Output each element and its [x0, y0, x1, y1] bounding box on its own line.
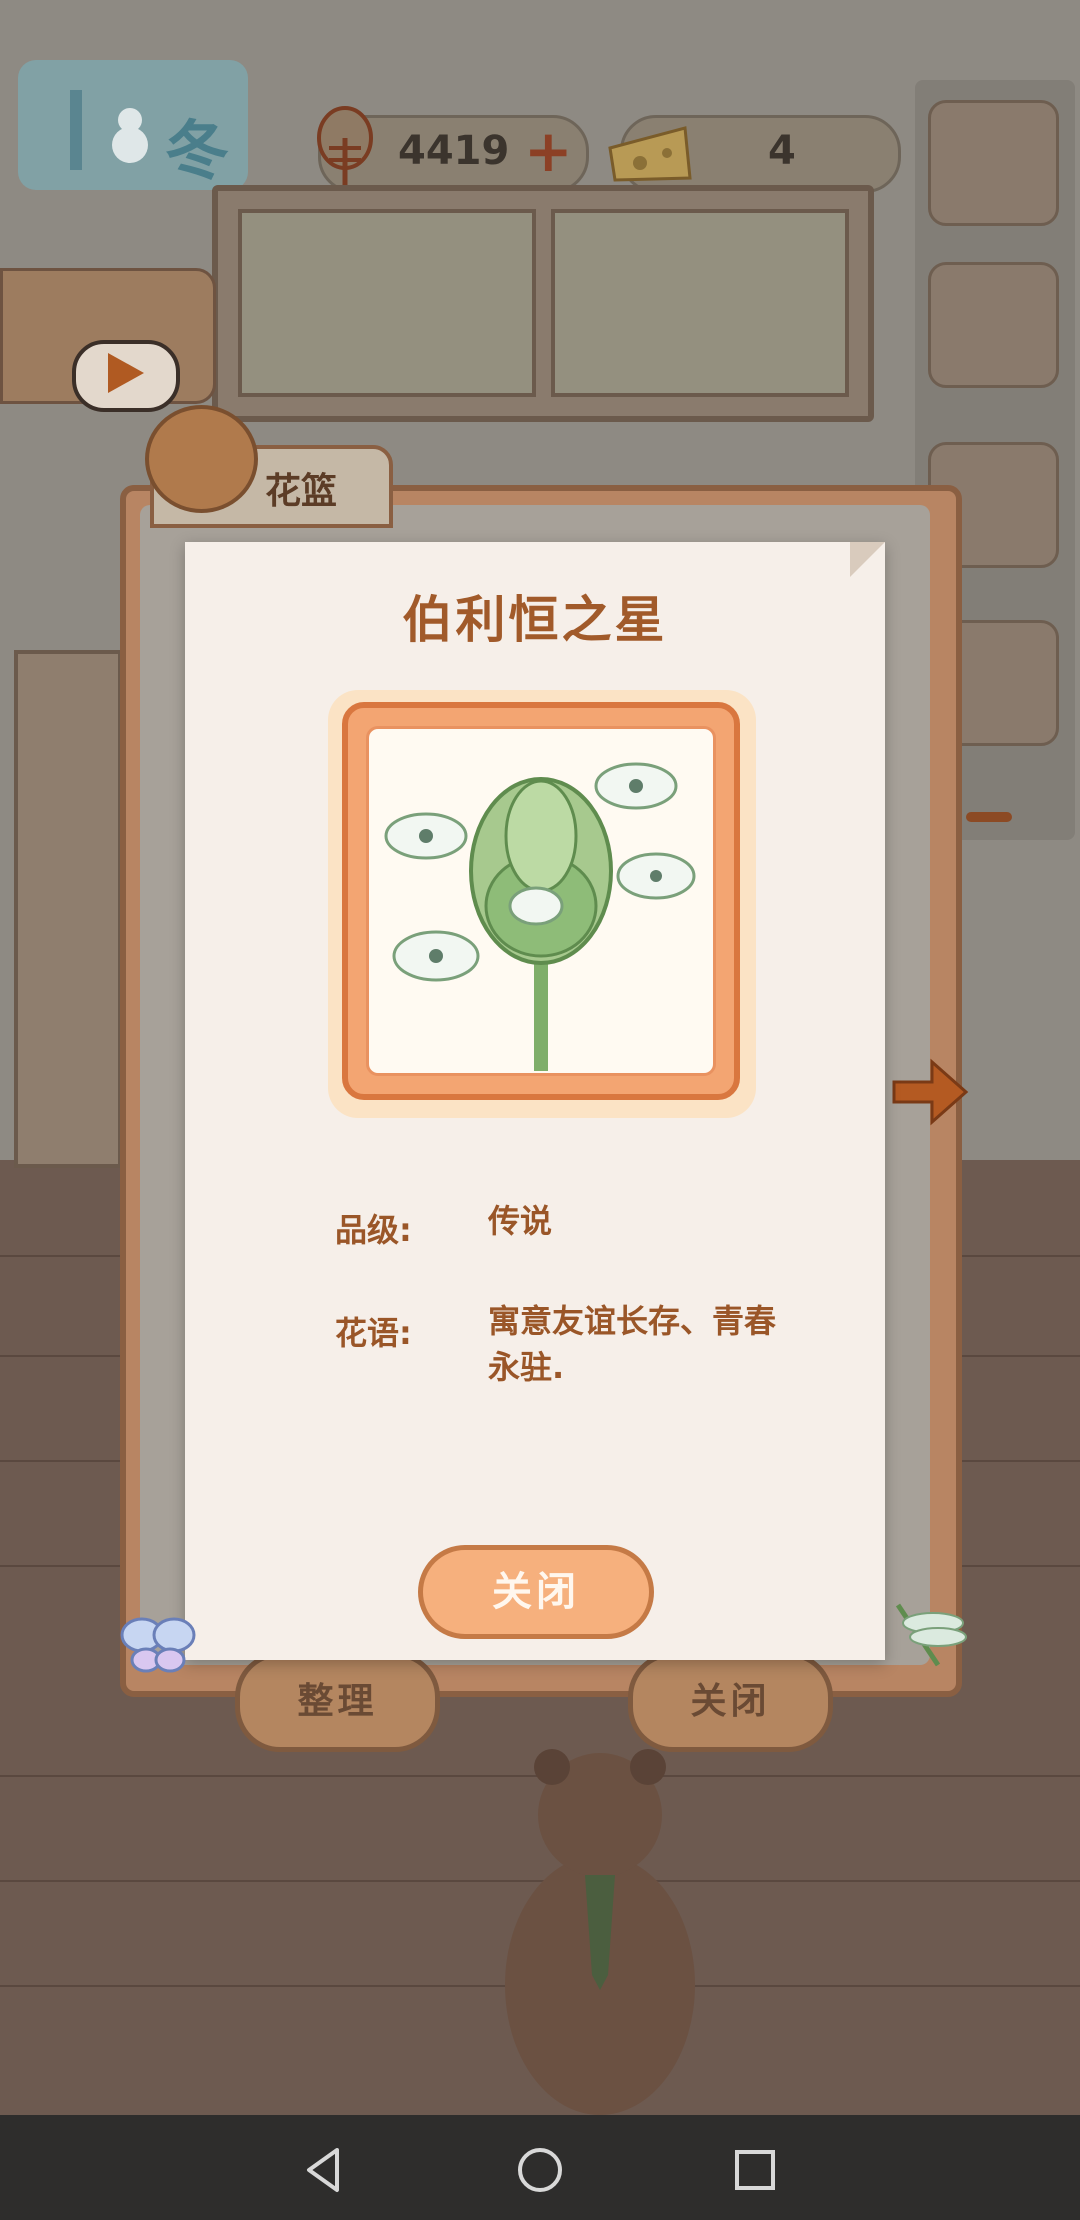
butterfly-icon	[120, 1617, 196, 1673]
season-label: 冬	[165, 115, 229, 189]
dialog-close-button[interactable]: 关闭	[628, 1652, 833, 1752]
grade-label: 品级:	[335, 1211, 412, 1249]
home-icon[interactable]	[510, 2140, 570, 2200]
basket-icon	[145, 405, 258, 513]
left-shelf	[14, 650, 122, 1168]
bear-character[interactable]	[490, 1745, 710, 2125]
cheese-icon	[608, 126, 692, 182]
arrow-right-icon[interactable]	[890, 1052, 970, 1132]
flower-title: 伯利恒之星	[402, 591, 668, 649]
shelf-glass-left	[238, 209, 536, 397]
back-icon[interactable]	[295, 2140, 355, 2200]
window-button[interactable]	[928, 100, 1059, 226]
grade-value: 传说	[488, 1202, 553, 1240]
organize-button[interactable]: 整理	[235, 1652, 440, 1752]
flower-language-value: 寓意友谊长存、青春永驻.	[488, 1302, 777, 1386]
play-icon	[108, 353, 144, 393]
menu-collapse-handle[interactable]	[966, 812, 1012, 822]
cheese-count: 4	[768, 128, 796, 174]
close-button-label: 关闭	[492, 1569, 580, 1615]
shop-stall-button[interactable]	[928, 262, 1059, 388]
add-fish-icon[interactable]: +	[524, 122, 573, 180]
paper-fold	[850, 542, 885, 577]
dialog-close-button-label: 关闭	[690, 1681, 771, 1722]
shelf-glass-right	[551, 209, 849, 397]
recent-apps-icon[interactable]	[725, 2140, 785, 2200]
fish-count: 4419	[398, 128, 510, 174]
fish-icon	[317, 106, 373, 190]
organize-button-label: 整理	[297, 1681, 378, 1722]
tab-label: 花篮	[265, 471, 338, 512]
snowman-icon	[70, 90, 148, 170]
star-of-bethlehem-flower-icon	[384, 762, 696, 1071]
display-shelf	[212, 185, 874, 422]
flower-language-label: 花语:	[335, 1314, 412, 1352]
dragonfly-icon	[895, 1603, 967, 1667]
